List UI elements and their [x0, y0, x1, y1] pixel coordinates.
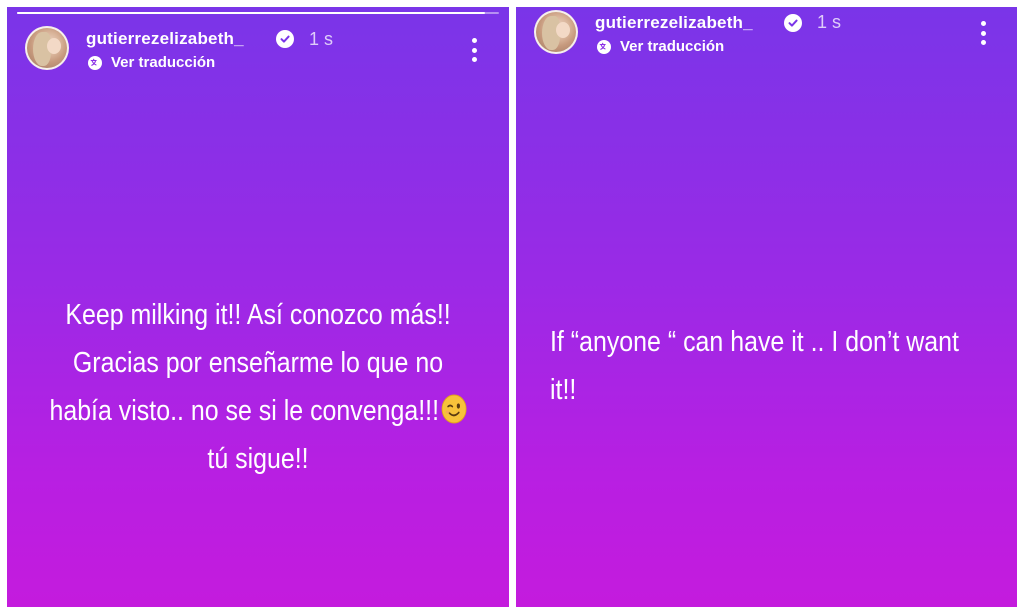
- winking-face-emoji-icon: [441, 394, 467, 424]
- story-text-line: había visto.. no se si le convenga!!!: [25, 387, 491, 435]
- story-text-line-content: había visto.. no se si le convenga!!!: [49, 395, 440, 427]
- avatar[interactable]: [25, 26, 69, 70]
- avatar[interactable]: [534, 10, 578, 54]
- translate-icon: [88, 55, 102, 70]
- story-progress-bar: [17, 12, 499, 14]
- see-translation-label: Ver traducción: [620, 38, 725, 55]
- more-options-icon[interactable]: [979, 21, 987, 45]
- translate-icon: [597, 39, 611, 54]
- see-translation-link[interactable]: Ver traducción: [596, 38, 724, 55]
- more-options-icon[interactable]: [470, 38, 478, 62]
- story-text-line: Keep milking it!! Así conozco más!!: [65, 299, 451, 331]
- username[interactable]: gutierrezelizabeth_: [595, 13, 753, 33]
- see-translation-link[interactable]: Ver traducción: [87, 54, 215, 71]
- story-text: Keep milking it!! Así conozco más!! Grac…: [25, 291, 491, 483]
- story-text-line: Gracias por enseñarme lo que no: [72, 347, 444, 379]
- timestamp: 1 s: [817, 12, 842, 32]
- story-panel-left[interactable]: gutierrezelizabeth_ 1 s Ver traducción K…: [7, 7, 509, 607]
- see-translation-label: Ver traducción: [111, 54, 216, 71]
- username[interactable]: gutierrezelizabeth_: [86, 29, 244, 49]
- story-text-line: it!!: [550, 374, 577, 406]
- story-progress-fill: [17, 12, 485, 14]
- verified-badge-icon: [276, 30, 294, 48]
- verified-badge-icon: [784, 14, 802, 32]
- story-text: If “anyone “ can have it .. I don’t want…: [550, 318, 980, 414]
- timestamp: 1 s: [309, 29, 334, 49]
- story-panel-right[interactable]: gutierrezelizabeth_ 1 s Ver traducción I…: [516, 7, 1017, 607]
- story-text-line: tú sigue!!: [207, 443, 309, 475]
- story-text-line: If “anyone “ can have it .. I don’t want: [550, 326, 959, 358]
